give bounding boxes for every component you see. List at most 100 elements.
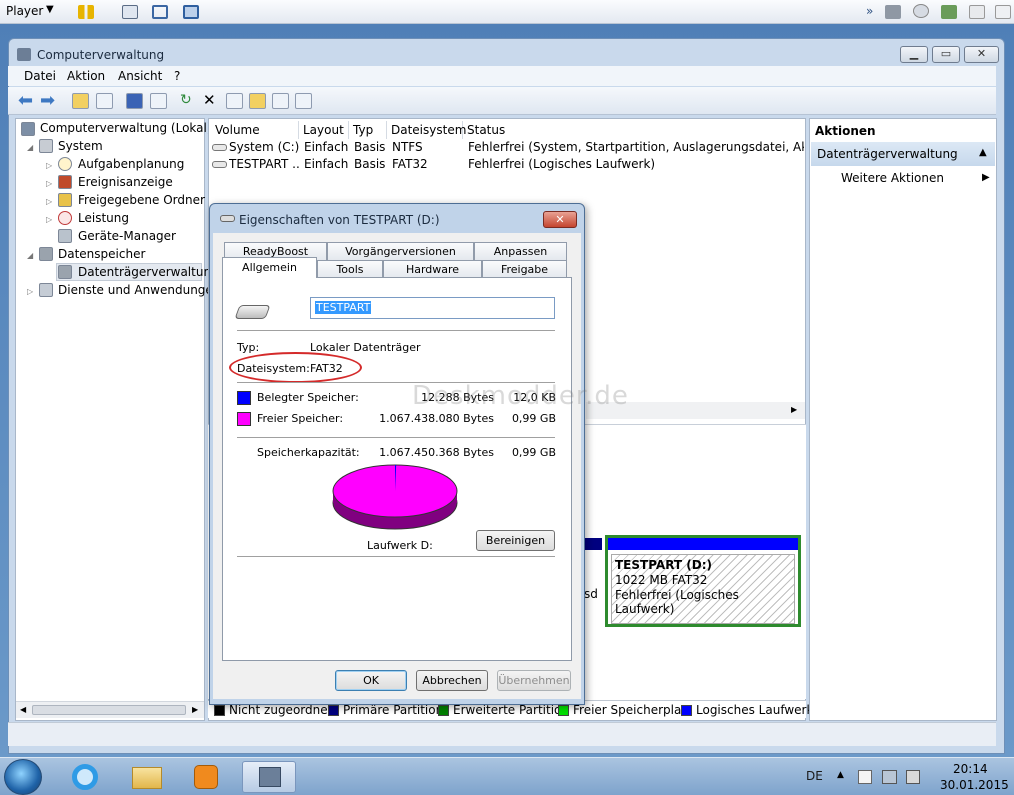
tab-tools[interactable]: Tools (317, 260, 383, 278)
network-icon[interactable] (882, 770, 897, 784)
scroll-right-icon[interactable]: ▶ (791, 405, 797, 414)
tree-item-leistung[interactable]: Leistung (78, 211, 129, 225)
drive-icon[interactable] (885, 5, 901, 19)
expand-arrow-icon[interactable]: ▷ (46, 215, 52, 224)
tab-allgemein[interactable]: Allgemein (222, 257, 317, 278)
tree-item-datenspeicher[interactable]: Datenspeicher (58, 247, 145, 261)
free-human: 0,99 GB (511, 412, 556, 425)
action-more[interactable]: Weitere Aktionen (841, 171, 944, 185)
search-icon[interactable] (272, 93, 289, 109)
scrollbar-thumb[interactable] (32, 705, 186, 715)
fullscreen-icon[interactable] (152, 5, 168, 19)
player-menu[interactable]: Player (6, 4, 43, 18)
console-tree-icon[interactable] (96, 93, 113, 109)
tree-item-dienste[interactable]: Dienste und Anwendungen (58, 283, 220, 297)
scroll-right-icon[interactable]: ▶ (192, 705, 198, 714)
tree-item-root[interactable]: Computerverwaltung (Lokal) (40, 121, 212, 135)
tab-freigabe[interactable]: Freigabe (482, 260, 567, 278)
cleanup-button[interactable]: Bereinigen (476, 530, 555, 551)
ok-button[interactable]: OK (335, 670, 407, 691)
internet-explorer-icon[interactable] (58, 761, 112, 793)
start-button[interactable] (4, 759, 42, 795)
network-adapter-icon[interactable] (941, 5, 957, 19)
device-manager-icon (58, 229, 72, 243)
maximize-button[interactable]: ▭ (932, 46, 960, 63)
more-icon[interactable]: » (866, 4, 873, 18)
action-pane-icon[interactable] (150, 93, 167, 109)
usb-icon[interactable] (969, 5, 985, 19)
language-indicator[interactable]: DE (806, 769, 823, 783)
network-icon[interactable] (122, 5, 138, 19)
expand-arrow-icon[interactable]: ▷ (27, 287, 33, 296)
volume-name-input[interactable]: TESTPART (310, 297, 555, 319)
legend-free: Freier Speicherplatz (573, 703, 693, 717)
cd-icon[interactable] (913, 4, 929, 18)
tab-hardware[interactable]: Hardware (383, 260, 482, 278)
up-folder-icon[interactable] (72, 93, 89, 109)
table-row[interactable]: System (C:) Einfach Basis NTFS Fehlerfre… (209, 139, 805, 156)
forward-arrow-icon[interactable]: ➡ (40, 90, 55, 111)
tree-item-geraete-manager[interactable]: Geräte-Manager (78, 229, 176, 243)
menu-help[interactable]: ? (174, 69, 180, 83)
expand-arrow-icon[interactable]: ▷ (46, 179, 52, 188)
refresh-icon[interactable]: ↻ (180, 92, 192, 108)
cell-typ: Basis (354, 140, 386, 154)
column-header-layout[interactable]: Layout (299, 121, 349, 139)
expand-arrow-icon[interactable]: ▷ (46, 197, 52, 206)
computer-management-task[interactable] (242, 761, 296, 793)
clock-time[interactable]: 20:14 (953, 762, 988, 776)
chevron-down-icon[interactable]: ▼ (46, 4, 54, 15)
scroll-left-icon[interactable]: ◀ (20, 705, 26, 714)
column-header-volume[interactable]: Volume (211, 121, 299, 139)
column-header-status[interactable]: Status (463, 121, 805, 139)
legend-swatch-unallocated (214, 705, 225, 716)
tray-expand-icon[interactable]: ▲ (837, 770, 844, 780)
clock-icon (58, 157, 72, 171)
chevron-right-icon[interactable]: ▶ (982, 172, 990, 183)
tree-item-aufgabenplanung[interactable]: Aufgabenplanung (78, 157, 184, 171)
tab-anpassen[interactable]: Anpassen (474, 242, 567, 260)
menu-aktion[interactable]: Aktion (67, 69, 105, 83)
separator (237, 437, 555, 438)
settings-icon[interactable] (295, 93, 312, 109)
collapse-up-icon[interactable]: ▲ (979, 147, 987, 158)
cancel-button[interactable]: Abbrechen (416, 670, 488, 691)
storage-icon (39, 247, 53, 261)
action-center-icon[interactable] (858, 770, 872, 784)
back-arrow-icon[interactable]: ⬅ (18, 90, 33, 111)
apply-button[interactable]: Übernehmen (497, 670, 571, 691)
properties-icon[interactable] (226, 93, 243, 109)
collapse-arrow-icon[interactable]: ◢ (27, 251, 33, 260)
open-folder-icon[interactable] (249, 93, 266, 109)
menu-datei[interactable]: Datei (24, 69, 56, 83)
volume-muted-icon[interactable] (906, 770, 920, 784)
clock-date[interactable]: 30.01.2015 (940, 778, 1009, 792)
tree-item-freigegebene-ordner[interactable]: Freigegebene Ordner (78, 193, 205, 207)
message-icon[interactable] (995, 5, 1011, 19)
partition-testpart[interactable]: TESTPART (D:) 1022 MB FAT32 Fehlerfrei (… (605, 535, 801, 627)
drive-icon (212, 144, 227, 151)
unity-icon[interactable] (183, 5, 199, 19)
explorer-icon[interactable] (120, 761, 174, 793)
delete-icon[interactable]: ✕ (203, 91, 216, 109)
media-player-icon[interactable] (180, 761, 234, 793)
menu-ansicht[interactable]: Ansicht (118, 69, 162, 83)
collapse-arrow-icon[interactable]: ◢ (27, 143, 33, 152)
legend-swatch-logical (681, 705, 692, 716)
tree-item-system[interactable]: System (58, 139, 103, 153)
minimize-button[interactable]: ▁ (900, 46, 928, 63)
tree-horizontal-scrollbar[interactable]: ◀ ▶ (16, 701, 204, 718)
tab-vorgaengerversionen[interactable]: Vorgängerversionen (327, 242, 474, 260)
expand-arrow-icon[interactable]: ▷ (46, 161, 52, 170)
tree-item-datentraegerverwaltung[interactable]: Datenträgerverwaltung (78, 265, 219, 279)
pause-icon[interactable] (78, 5, 94, 19)
help-icon[interactable] (126, 93, 143, 109)
dialog-close-button[interactable]: ✕ (543, 211, 577, 228)
actions-section[interactable]: Datenträgerverwaltung ▲ (811, 142, 995, 166)
close-button[interactable]: ✕ (964, 46, 999, 63)
column-header-typ[interactable]: Typ (349, 121, 387, 139)
table-row[interactable]: TESTPART ... Einfach Basis FAT32 Fehlerf… (209, 156, 805, 173)
cell-status: Fehlerfrei (System, Startpartition, Ausl… (468, 140, 804, 154)
tree-item-ereignisanzeige[interactable]: Ereignisanzeige (78, 175, 173, 189)
column-header-dateisystem[interactable]: Dateisystem (387, 121, 466, 139)
